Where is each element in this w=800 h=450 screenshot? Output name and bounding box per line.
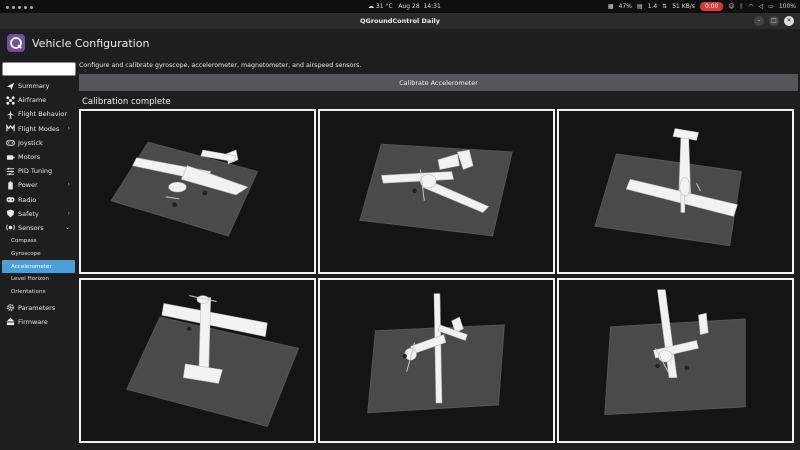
sensors-description: Configure and calibrate gyroscope, accel… — [79, 62, 362, 69]
workspace-dots[interactable] — [6, 4, 36, 11]
joystick-icon — [5, 138, 15, 148]
sidebar-item-power[interactable]: Power › — [0, 178, 78, 192]
gear-icon — [5, 303, 15, 313]
orientation-tile-left-side — [318, 278, 555, 443]
battery-level: 100% — [778, 3, 796, 10]
radio-icon — [5, 195, 15, 205]
chevron-right-icon: › — [67, 209, 70, 217]
minimize-button[interactable]: – — [754, 16, 764, 26]
qgc-logo-icon[interactable] — [7, 34, 25, 52]
window-title-bar[interactable]: QGroundControl Daily – □ ✕ — [0, 13, 800, 29]
sidebar-item-flight-modes[interactable]: Flight Modes › — [0, 122, 78, 136]
orientation-tile-right-side — [557, 278, 794, 443]
plane-icon — [5, 109, 15, 119]
temperature: 31 °C — [375, 3, 393, 10]
send-icon — [5, 81, 15, 91]
sidebar-subitem-orientations[interactable]: Orientations — [0, 286, 78, 299]
orientation-tile-nose-down — [79, 278, 316, 443]
sidebar-item-flight-behavior[interactable]: Flight Behavior — [0, 107, 78, 121]
cpu-usage: 47% — [618, 3, 632, 10]
network-icon: ⇅ — [662, 3, 668, 10]
sidebar-item-parameters[interactable]: Parameters — [0, 301, 78, 315]
page-title: Vehicle Configuration — [32, 37, 150, 50]
sidebar-item-pid-tuning[interactable]: PID Tuning — [0, 164, 78, 178]
orientation-grid — [79, 109, 799, 443]
weather-icon: ☁ — [368, 3, 374, 10]
battery-icon[interactable]: ▭ — [768, 3, 774, 10]
motor-icon — [5, 152, 15, 162]
chevron-down-icon: ⌄ — [64, 223, 70, 231]
chevron-right-icon: › — [67, 124, 70, 132]
sidebar-item-airframe[interactable]: Airframe — [0, 93, 78, 107]
sidebar-item-sensors[interactable]: Sensors ⌄ — [0, 221, 78, 235]
sidebar-subitem-level-horizon[interactable]: Level Horizon — [0, 273, 78, 286]
person-icon: ☺ — [728, 3, 735, 10]
date: Aug 28 — [398, 3, 420, 10]
wifi-icon[interactable]: ◠ — [748, 3, 753, 10]
search-input[interactable] — [2, 62, 76, 76]
system-clock[interactable]: ☁ 31 °C Aug 28 14:31 — [368, 3, 441, 10]
system-top-bar: ☁ 31 °C Aug 28 14:31 ▦ 47% ▤ 1.4 ⇅ 51 KB… — [0, 0, 800, 13]
orientation-tile-nose-down-left — [318, 109, 555, 274]
orientation-tile-nose-up — [557, 109, 794, 274]
sidebar-item-joystick[interactable]: Joystick — [0, 136, 78, 150]
sidebar-subitem-gyroscope[interactable]: Gyroscope — [0, 248, 78, 261]
shield-icon — [5, 209, 15, 219]
bluetooth-icon[interactable]: ᛒ — [740, 3, 744, 10]
chevron-right-icon: › — [67, 181, 70, 189]
sidebar: Summary Airframe Flight Behavior Flight … — [0, 57, 78, 450]
battery-icon — [5, 180, 15, 190]
load-average: 1.4 — [647, 3, 658, 10]
record-indicator[interactable]: 0:00 — [699, 2, 724, 11]
page-header: Vehicle Configuration — [0, 29, 800, 57]
time: 14:31 — [423, 3, 441, 10]
sensors-icon — [5, 223, 15, 233]
airframe-icon — [5, 95, 15, 105]
tuning-icon — [5, 166, 15, 176]
network-speed: 51 KB/s — [672, 3, 695, 10]
firmware-icon — [5, 317, 15, 327]
sidebar-subitem-compass[interactable]: Compass — [0, 235, 78, 248]
sidebar-item-firmware[interactable]: Firmware — [0, 315, 78, 329]
cpu-icon: ▦ — [607, 3, 614, 10]
orientation-tile-level — [79, 109, 316, 274]
sidebar-item-radio[interactable]: Radio — [0, 193, 78, 207]
sidebar-item-safety[interactable]: Safety › — [0, 207, 78, 221]
maximize-button[interactable]: □ — [769, 16, 779, 26]
flight-modes-icon — [5, 124, 15, 134]
close-button[interactable]: ✕ — [784, 16, 794, 26]
sidebar-subitem-accelerometer[interactable]: Accelerometer — [2, 260, 75, 274]
main-content: Configure and calibrate gyroscope, accel… — [78, 57, 798, 450]
load-icon: ▤ — [636, 3, 643, 10]
sidebar-item-summary[interactable]: Summary — [0, 79, 78, 93]
volume-icon[interactable]: ◁ — [759, 3, 764, 10]
sidebar-item-motors[interactable]: Motors — [0, 150, 78, 164]
calibration-status: Calibration complete — [82, 97, 171, 107]
window-title: QGroundControl Daily — [359, 17, 441, 25]
calibrate-accelerometer-button[interactable]: Calibrate Accelerometer — [79, 74, 798, 91]
